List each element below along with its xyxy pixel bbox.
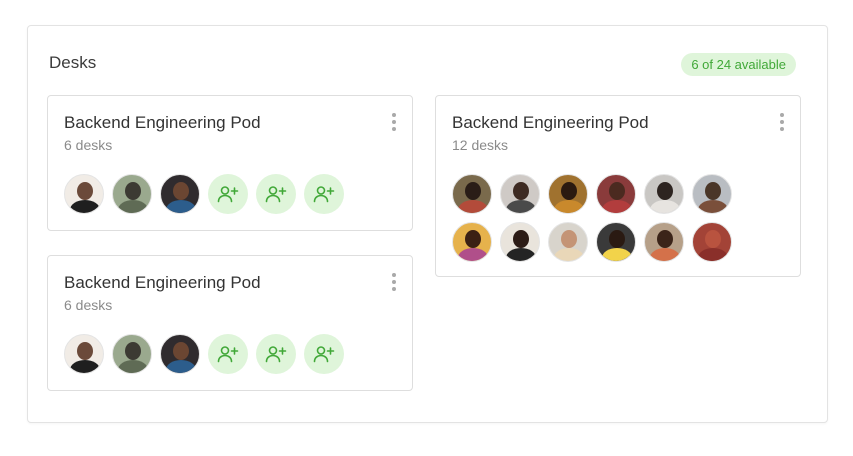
- pod-desk-count: 6 desks: [64, 137, 113, 153]
- more-options-icon[interactable]: [389, 111, 399, 135]
- pod-title: Backend Engineering Pod: [64, 273, 261, 292]
- avatar[interactable]: [500, 174, 540, 214]
- add-person-icon: [265, 185, 287, 203]
- avatar[interactable]: [64, 334, 104, 374]
- pod-title: Backend Engineering Pod: [452, 113, 649, 132]
- avatar[interactable]: [692, 174, 732, 214]
- add-person-button[interactable]: [256, 174, 296, 214]
- avatar[interactable]: [692, 222, 732, 262]
- add-person-button[interactable]: [208, 334, 248, 374]
- avatar[interactable]: [64, 174, 104, 214]
- add-person-icon: [217, 185, 239, 203]
- add-person-icon: [313, 185, 335, 203]
- avatar[interactable]: [452, 174, 492, 214]
- add-person-button[interactable]: [256, 334, 296, 374]
- pod-card[interactable]: Backend Engineering Pod 6 desks: [47, 255, 413, 391]
- more-options-icon[interactable]: [389, 271, 399, 295]
- avatar[interactable]: [548, 174, 588, 214]
- add-person-icon: [265, 345, 287, 363]
- desks-panel: Desks 6 of 24 available Backend Engineer…: [27, 25, 828, 423]
- pod-title: Backend Engineering Pod: [64, 113, 261, 132]
- panel-title: Desks: [49, 53, 97, 72]
- avatar[interactable]: [644, 174, 684, 214]
- avatar[interactable]: [500, 222, 540, 262]
- avatar[interactable]: [452, 222, 492, 262]
- add-person-button[interactable]: [304, 174, 344, 214]
- avatar[interactable]: [548, 222, 588, 262]
- add-person-icon: [313, 345, 335, 363]
- pod-avatar-list: [64, 174, 344, 214]
- pod-desk-count: 12 desks: [452, 137, 509, 153]
- pod-avatar-list: [64, 334, 344, 374]
- add-person-icon: [217, 345, 239, 363]
- pod-avatar-grid: [452, 174, 742, 262]
- add-person-button[interactable]: [208, 174, 248, 214]
- add-person-button[interactable]: [304, 334, 344, 374]
- availability-badge: 6 of 24 available: [681, 53, 796, 76]
- avatar[interactable]: [112, 334, 152, 374]
- avatar[interactable]: [160, 334, 200, 374]
- more-options-icon[interactable]: [777, 111, 787, 135]
- pod-card[interactable]: Backend Engineering Pod 12 desks: [435, 95, 801, 277]
- avatar[interactable]: [596, 174, 636, 214]
- avatar[interactable]: [596, 222, 636, 262]
- avatar[interactable]: [112, 174, 152, 214]
- avatar[interactable]: [160, 174, 200, 214]
- avatar[interactable]: [644, 222, 684, 262]
- pod-card[interactable]: Backend Engineering Pod 6 desks: [47, 95, 413, 231]
- pod-desk-count: 6 desks: [64, 297, 113, 313]
